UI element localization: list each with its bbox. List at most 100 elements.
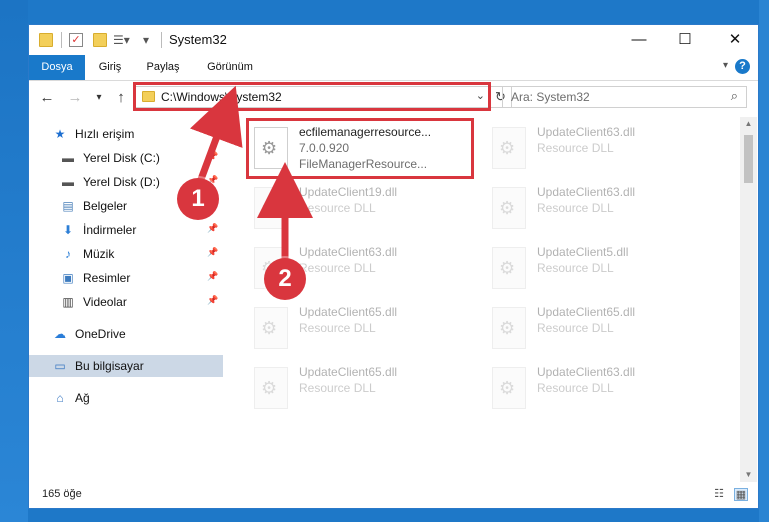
properties-check-icon[interactable]: ✓ bbox=[69, 33, 83, 47]
sidebar-item-label: Videolar bbox=[83, 295, 127, 309]
file-item[interactable]: ⚙ UpdateClient63.dll Resource DLL bbox=[487, 181, 713, 237]
file-name: UpdateClient63.dll bbox=[537, 185, 636, 199]
chevron-down-icon[interactable]: ▾ bbox=[143, 33, 159, 47]
gear-icon: ⚙ bbox=[499, 198, 516, 218]
sidebar-item[interactable]: ▣ Resimler 📌 bbox=[29, 267, 223, 289]
documents-icon: ▤ bbox=[62, 199, 74, 213]
dll-file-icon: ⚙ bbox=[254, 367, 288, 409]
pin-icon[interactable]: 📌 bbox=[207, 223, 218, 234]
sidebar-item[interactable]: ▥ Videolar 📌 bbox=[29, 291, 223, 313]
maximize-button[interactable]: ☐ bbox=[662, 25, 708, 55]
cloud-icon: ☁ bbox=[54, 327, 66, 341]
sidebar-item[interactable]: ♪ Müzik 📌 bbox=[29, 243, 223, 265]
sidebar-item[interactable]: ★ Hızlı erişim bbox=[29, 123, 223, 145]
sidebar-item-label: Belgeler bbox=[83, 199, 128, 213]
new-folder-icon[interactable] bbox=[93, 33, 107, 47]
scroll-up-icon[interactable]: ▲ bbox=[740, 117, 757, 131]
star-icon: ★ bbox=[54, 127, 66, 141]
file-item[interactable]: ⚙ UpdateClient63.dll Resource DLL bbox=[487, 361, 713, 417]
file-detail: Resource DLL bbox=[299, 381, 376, 395]
minimize-button[interactable]: — bbox=[616, 25, 662, 55]
file-item[interactable]: ⚙ UpdateClient63.dll Resource DLL bbox=[487, 121, 713, 177]
dll-file-icon: ⚙ bbox=[492, 127, 526, 169]
help-icon[interactable]: ? bbox=[735, 59, 750, 74]
tab-gorunum[interactable]: Görünüm bbox=[193, 55, 267, 80]
sidebar-item[interactable]: ⬇ İndirmeler 📌 bbox=[29, 219, 223, 241]
file-name: UpdateClient63.dll bbox=[537, 125, 636, 139]
status-bar: 165 öğe ☷ ▦ bbox=[29, 483, 758, 508]
navigation-pane: ★ Hızlı erişim ▬ Yerel Disk (C:) 📌 ▬ Yerel Dis… bbox=[29, 117, 223, 487]
file-item[interactable]: ⚙ UpdateClient19.dll Resource DLL bbox=[249, 181, 475, 237]
file-item[interactable]: ⚙ UpdateClient65.dll Resource DLL bbox=[249, 301, 475, 357]
pin-icon[interactable]: 📌 bbox=[207, 295, 218, 306]
title-bar: ✓ ☰▾ ▾ System32 — ☐ ✕ bbox=[29, 25, 758, 55]
pin-icon[interactable]: 📌 bbox=[207, 247, 218, 258]
pictures-icon: ▣ bbox=[62, 271, 74, 285]
search-input[interactable]: Ara: System32 ⌕ bbox=[502, 86, 747, 108]
sidebar-item-label: Resimler bbox=[83, 271, 131, 285]
gear-icon: ⚙ bbox=[499, 138, 516, 158]
scroll-down-icon[interactable]: ▼ bbox=[740, 468, 757, 482]
file-detail: Resource DLL bbox=[299, 261, 376, 275]
details-view-icon[interactable]: ☷ bbox=[712, 488, 726, 501]
back-arrow-icon[interactable]: ← bbox=[37, 88, 57, 108]
file-detail: Resource DLL bbox=[537, 201, 614, 215]
file-name: UpdateClient65.dll bbox=[299, 305, 398, 319]
tab-dosya[interactable]: Dosya bbox=[29, 55, 85, 80]
item-count: 165 öğe bbox=[42, 488, 82, 500]
folder-icon bbox=[39, 33, 53, 47]
dll-file-icon: ⚙ bbox=[492, 187, 526, 229]
file-item[interactable]: ⚙ UpdateClient65.dll Resource DLL bbox=[249, 361, 475, 417]
tab-giris[interactable]: Giriş bbox=[85, 55, 135, 80]
large-icons-view-icon[interactable]: ▦ bbox=[734, 488, 748, 501]
gear-icon: ⚙ bbox=[499, 258, 516, 278]
address-highlight-box bbox=[133, 82, 491, 111]
sidebar-item-label: Yerel Disk (D:) bbox=[83, 175, 160, 189]
chevron-down-icon[interactable]: ▾ bbox=[723, 60, 728, 71]
gear-icon: ⚙ bbox=[261, 318, 278, 338]
sidebar-item-label: Hızlı erişim bbox=[75, 127, 135, 141]
music-icon: ♪ bbox=[65, 247, 71, 261]
file-detail: Resource DLL bbox=[299, 321, 376, 335]
tab-paylas[interactable]: Paylaş bbox=[135, 55, 191, 80]
file-name: UpdateClient19.dll bbox=[299, 185, 398, 199]
separator bbox=[161, 32, 162, 48]
close-button[interactable]: ✕ bbox=[712, 25, 758, 55]
recent-locations-chevron-icon[interactable]: ▾ bbox=[89, 88, 109, 108]
sidebar-item[interactable]: ☁ OneDrive bbox=[29, 323, 223, 345]
sidebar-item[interactable]: ▬ Yerel Disk (C:) 📌 bbox=[29, 147, 223, 169]
desktop-background-right bbox=[759, 0, 769, 522]
gear-icon: ⚙ bbox=[261, 378, 278, 398]
file-name: UpdateClient5.dll bbox=[537, 245, 629, 259]
window-title: System32 bbox=[169, 32, 227, 47]
scrollbar-thumb[interactable] bbox=[744, 135, 753, 183]
pin-icon[interactable]: 📌 bbox=[207, 271, 218, 282]
gear-icon: ⚙ bbox=[499, 318, 516, 338]
gear-icon: ⚙ bbox=[261, 198, 278, 218]
file-name: UpdateClient65.dll bbox=[537, 305, 636, 319]
file-detail: Resource DLL bbox=[537, 381, 614, 395]
network-icon: ⌂ bbox=[56, 391, 64, 405]
drive-icon: ▬ bbox=[62, 151, 74, 165]
sidebar-item[interactable]: ▭ Bu bilgisayar bbox=[29, 355, 223, 377]
desktop-background bbox=[0, 0, 28, 522]
file-detail: Resource DLL bbox=[537, 321, 614, 335]
forward-arrow-icon[interactable]: → bbox=[65, 88, 85, 108]
sidebar-item[interactable]: ⌂ Ağ bbox=[29, 387, 223, 409]
up-arrow-icon[interactable]: ↑ bbox=[111, 88, 131, 108]
file-item[interactable]: ⚙ UpdateClient5.dll Resource DLL bbox=[487, 241, 713, 297]
search-placeholder: Ara: System32 bbox=[511, 90, 590, 104]
file-name: UpdateClient63.dll bbox=[299, 245, 398, 259]
sidebar-item-label: Ağ bbox=[75, 391, 90, 405]
dll-file-icon: ⚙ bbox=[492, 307, 526, 349]
customize-toolbar-icon[interactable]: ☰▾ bbox=[113, 33, 130, 47]
callout-2: 2 bbox=[264, 258, 306, 300]
file-item[interactable]: ⚙ UpdateClient65.dll Resource DLL bbox=[487, 301, 713, 357]
sidebar-item-label: OneDrive bbox=[75, 327, 126, 341]
file-name: UpdateClient65.dll bbox=[299, 365, 398, 379]
vertical-scrollbar[interactable]: ▲ ▼ bbox=[740, 117, 757, 482]
file-detail: Resource DLL bbox=[537, 141, 614, 155]
pin-icon[interactable]: 📌 bbox=[207, 151, 218, 162]
search-icon[interactable]: ⌕ bbox=[731, 88, 738, 104]
file-detail: Resource DLL bbox=[537, 261, 614, 275]
